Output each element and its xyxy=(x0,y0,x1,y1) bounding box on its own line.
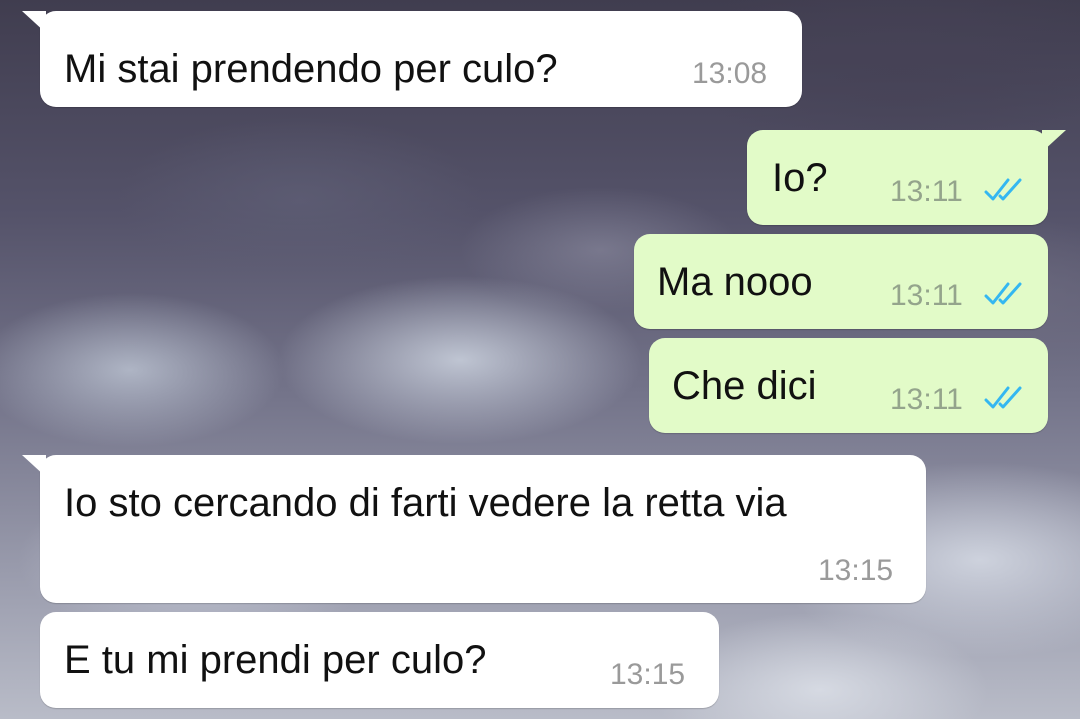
double-check-icon xyxy=(984,178,1022,201)
message-timestamp: 13:15 xyxy=(610,658,686,691)
message-bubble-outgoing[interactable]: Che dici 13:11 xyxy=(649,338,1048,433)
message-bubble-incoming[interactable]: Mi stai prendendo per culo? 13:08 xyxy=(22,11,802,107)
message-timestamp: 13:11 xyxy=(890,279,963,312)
double-check-icon xyxy=(984,282,1022,305)
message-bubble-incoming[interactable]: Io sto cercando di farti vedere la retta… xyxy=(22,455,926,603)
double-check-icon xyxy=(984,386,1022,409)
message-timestamp: 13:11 xyxy=(890,175,963,208)
message-text: Mi stai prendendo per culo? xyxy=(64,47,558,91)
message-timestamp: 13:08 xyxy=(692,57,768,90)
message-timestamp: 13:11 xyxy=(890,383,963,416)
message-text: Che dici xyxy=(672,364,817,408)
message-timestamp: 13:15 xyxy=(818,554,894,587)
message-bubble-incoming[interactable]: E tu mi prendi per culo? 13:15 xyxy=(40,612,719,708)
message-text: Ma nooo xyxy=(657,260,813,304)
message-text: Io sto cercando di farti vedere la retta… xyxy=(64,481,787,525)
message-bubble-outgoing[interactable]: Io? 13:11 xyxy=(747,130,1066,225)
message-bubble-outgoing[interactable]: Ma nooo 13:11 xyxy=(634,234,1048,329)
message-text: Io? xyxy=(772,156,828,200)
message-text: E tu mi prendi per culo? xyxy=(64,638,487,682)
